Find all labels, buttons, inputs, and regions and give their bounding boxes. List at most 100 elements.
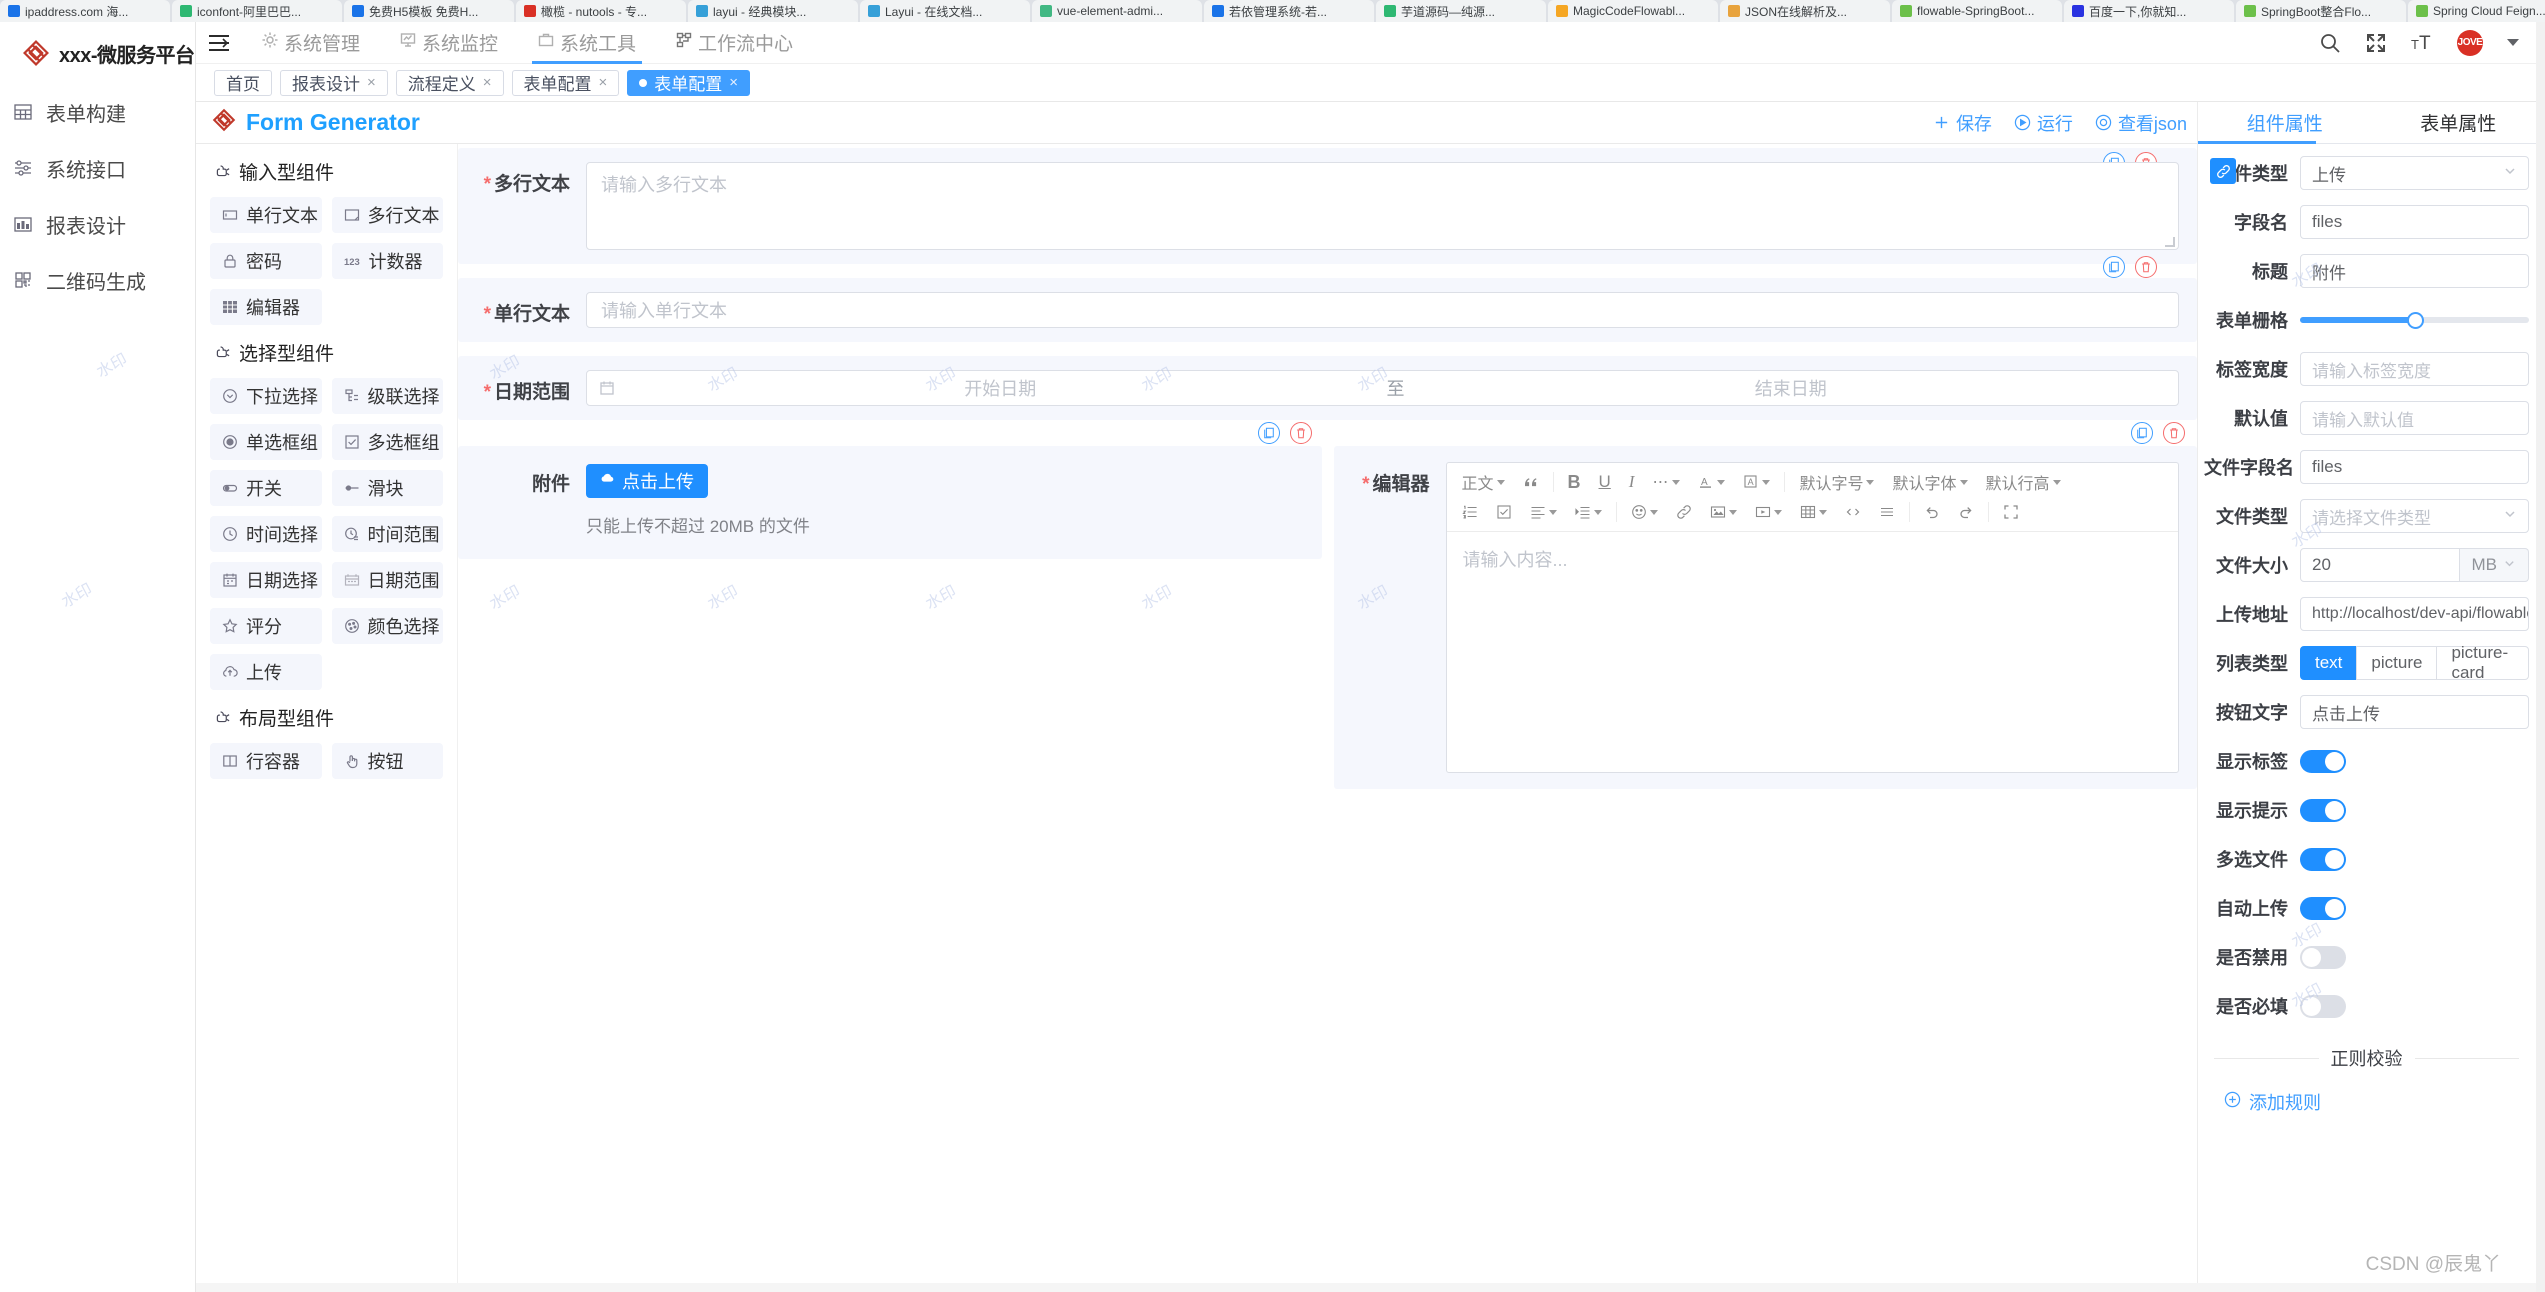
list-type-option-picture-card[interactable]: picture-card <box>2436 643 2529 682</box>
browser-tab[interactable]: Spring Cloud Feign... <box>2408 0 2545 22</box>
browser-tab[interactable]: 百度一下,你就知... <box>2064 0 2234 22</box>
palette-item-chevron-circle-down[interactable]: 下拉选择 <box>210 378 322 414</box>
view-tab[interactable]: 报表设计 × <box>280 69 388 96</box>
editor-task-list-icon[interactable] <box>1487 499 1521 525</box>
palette-item-radio[interactable]: 单选框组 <box>210 424 322 460</box>
browser-tab[interactable]: ipaddress.com 海... <box>0 0 170 22</box>
editor-redo-icon[interactable] <box>1949 499 1983 525</box>
palette-item-star[interactable]: 评分 <box>210 608 322 644</box>
action-eye[interactable]: 查看json <box>2095 110 2187 136</box>
palette-item-click-hand[interactable]: 按钮 <box>331 743 443 779</box>
delete-icon[interactable] <box>1289 422 1312 444</box>
browser-tab[interactable]: 芋道源码—纯源... <box>1376 0 1546 22</box>
file-size-input[interactable]: 20 <box>2300 548 2460 582</box>
palette-item-number-123[interactable]: 123 计数器 <box>331 243 443 279</box>
editor-align-icon[interactable] <box>1521 499 1566 525</box>
form-field-editor[interactable]: * 编辑器 正文 B U I ⋯ A A 默认字号 默认字体 默认行高 请输入内容... <box>1333 446 2197 789</box>
editor-undo-icon[interactable] <box>1915 499 1949 525</box>
editor-font-color-icon[interactable]: A <box>1689 469 1734 495</box>
editor-italic-icon[interactable]: I <box>1620 469 1644 495</box>
component-type-select[interactable]: 上传 <box>2300 156 2529 190</box>
sidebar-item-report-design[interactable]: 报表设计 <box>0 196 195 252</box>
label-width-input[interactable]: 请输入标签宽度 <box>2300 352 2529 386</box>
editor-line-height-icon[interactable]: 默认行高 <box>1977 469 2070 495</box>
browser-tab[interactable]: 若依管理系统-若... <box>1204 0 1374 22</box>
delete-icon[interactable] <box>2163 422 2185 444</box>
resize-grip[interactable] <box>2165 237 2175 247</box>
multiline-text-input[interactable]: 请输入多行文本 <box>586 162 2179 250</box>
file-size-unit-select[interactable]: MB <box>2459 548 2529 582</box>
browser-tab[interactable]: Layui - 在线文档... <box>860 0 1030 22</box>
palette-item-lock[interactable]: 密码 <box>210 243 322 279</box>
close-icon[interactable]: × <box>367 74 376 91</box>
palette-item-switch[interactable]: 开关 <box>210 470 322 506</box>
editor-background-color-icon[interactable]: A <box>1734 469 1779 495</box>
browser-tab[interactable]: JSON在线解析及... <box>1720 0 1890 22</box>
chevron-down-icon[interactable] <box>2507 39 2519 46</box>
horizontal-scrollbar[interactable] <box>196 1283 2545 1292</box>
sidebar-item-qrcode[interactable]: 二维码生成 <box>0 252 195 308</box>
editor-emoji-icon[interactable] <box>1622 499 1667 525</box>
copy-icon[interactable] <box>1257 422 1280 444</box>
palette-item-multi-line-text[interactable]: 多行文本 <box>331 197 443 233</box>
close-icon[interactable]: × <box>729 74 738 91</box>
auto-upload-toggle[interactable] <box>2300 896 2346 920</box>
form-canvas[interactable]: * 多行文本 请输入多行文本 * 单行文本 请输入单行文本 * 日期范围 开始日… <box>458 144 2197 1292</box>
add-rule-button[interactable]: 添加规则 <box>2224 1089 2529 1115</box>
field-name-input[interactable]: files <box>2300 205 2529 239</box>
multiple-files-toggle[interactable] <box>2300 847 2346 871</box>
tab-form-properties[interactable]: 表单属性 <box>2372 102 2545 143</box>
form-field-single-line-text[interactable]: * 单行文本 请输入单行文本 <box>458 256 2197 342</box>
palette-item-calendar[interactable]: 日期选择 <box>210 562 322 598</box>
editor-paragraph-style-icon[interactable]: 正文 <box>1453 469 1514 495</box>
palette-item-editor-grid[interactable]: 编辑器 <box>210 289 322 325</box>
editor-content-area[interactable]: 请输入内容... <box>1447 532 2179 772</box>
close-icon[interactable]: × <box>483 74 492 91</box>
form-field-upload[interactable]: 附件 点击上传 只能上传不超过 20MB 的文件 <box>458 446 1322 559</box>
view-tab[interactable]: 首页 <box>214 69 272 96</box>
palette-item-clock[interactable]: 时间选择 <box>210 516 322 552</box>
show-tip-toggle[interactable] <box>2300 798 2346 822</box>
required-toggle[interactable] <box>2300 994 2346 1018</box>
search-icon[interactable] <box>2319 32 2341 54</box>
font-size-icon[interactable]: TT <box>2411 32 2433 54</box>
delete-icon[interactable] <box>2135 256 2157 278</box>
palette-item-palette[interactable]: 颜色选择 <box>331 608 443 644</box>
browser-tab[interactable]: SpringBoot整合Flo... <box>2236 0 2406 22</box>
upload-url-input[interactable]: http://localhost/dev-api/flowable/form/ <box>2300 597 2529 631</box>
editor-ordered-list-icon[interactable] <box>1453 499 1487 525</box>
default-value-input[interactable]: 请输入默认值 <box>2300 401 2529 435</box>
editor-bold-icon[interactable]: B <box>1559 469 1590 495</box>
editor-quote-icon[interactable] <box>1514 469 1548 495</box>
avatar[interactable]: JOVE <box>2457 29 2483 56</box>
sidebar-item-form-builder[interactable]: 表单构建 <box>0 84 195 140</box>
tab-component-properties[interactable]: 组件属性 <box>2198 102 2372 144</box>
slider-knob[interactable] <box>2406 311 2424 329</box>
show-label-toggle[interactable] <box>2300 749 2346 773</box>
topnav-item-workflow-center[interactable]: 工作流中心 <box>656 22 813 64</box>
browser-tab[interactable]: MagicCodeFlowabl... <box>1548 0 1718 22</box>
topnav-item-system-tools[interactable]: 系统工具 <box>518 22 656 64</box>
editor-code-icon[interactable] <box>1836 499 1870 525</box>
form-field-date-range[interactable]: * 日期范围 开始日期 至 结束日期 <box>458 356 2197 420</box>
button-text-input[interactable]: 点击上传 <box>2300 695 2529 729</box>
palette-item-checkbox[interactable]: 多选框组 <box>331 424 443 460</box>
topnav-item-system-monitor[interactable]: 系统监控 <box>380 22 518 64</box>
disabled-toggle[interactable] <box>2300 945 2346 969</box>
list-type-option-picture[interactable]: picture <box>2356 646 2438 680</box>
palette-item-columns[interactable]: 行容器 <box>210 743 322 779</box>
editor-font-family-icon[interactable]: 默认字体 <box>1883 469 1976 495</box>
browser-tab[interactable]: 橄榄 - nutools - 专... <box>516 0 686 22</box>
browser-tab[interactable]: flowable-SpringBoot... <box>1892 0 2062 22</box>
browser-tab[interactable]: vue-element-admi... <box>1032 0 1202 22</box>
title-input[interactable]: 附件 <box>2300 254 2529 288</box>
palette-item-clock-range[interactable]: 时间范围 <box>331 516 443 552</box>
close-icon[interactable]: × <box>599 74 608 91</box>
hamburger-icon[interactable] <box>196 34 242 52</box>
topnav-item-system-management[interactable]: 系统管理 <box>242 22 380 64</box>
fullscreen-icon[interactable] <box>2365 32 2387 54</box>
editor-table-icon[interactable] <box>1791 499 1836 525</box>
view-tab[interactable]: 表单配置 × <box>627 69 751 96</box>
editor-video-icon[interactable] <box>1746 499 1791 525</box>
rich-text-editor[interactable]: 正文 B U I ⋯ A A 默认字号 默认字体 默认行高 请输入内容... <box>1445 462 2179 773</box>
